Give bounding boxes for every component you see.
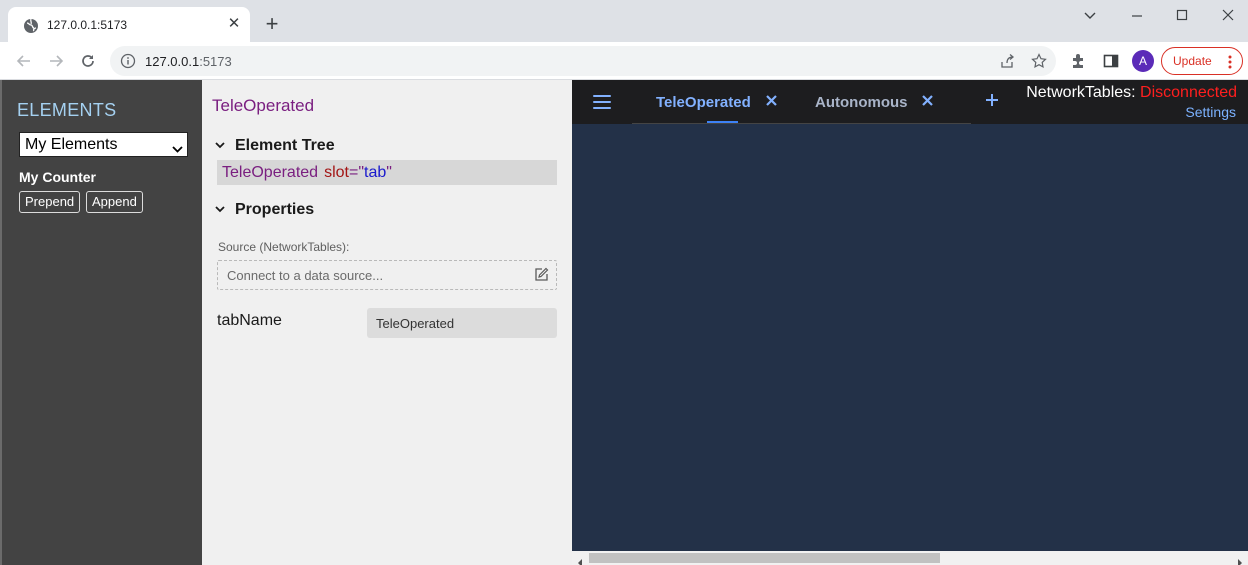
elements-panel: ELEMENTS My Elements My Counter Prepend … bbox=[0, 80, 202, 565]
chevron-down-icon bbox=[214, 202, 226, 214]
add-tab-icon[interactable] bbox=[985, 93, 999, 107]
address-bar[interactable]: 127.0.0.1:5173 bbox=[110, 46, 1056, 76]
more-vertical-icon[interactable] bbox=[1228, 55, 1232, 69]
source-input[interactable]: Connect to a data source... bbox=[217, 260, 557, 290]
element-group-select[interactable]: My Elements bbox=[19, 132, 188, 157]
close-tab-autonomous-icon[interactable] bbox=[921, 94, 934, 107]
forward-arrow-icon[interactable] bbox=[46, 51, 66, 71]
active-tab-indicator bbox=[707, 121, 738, 123]
nt-state: Disconnected bbox=[1140, 84, 1237, 101]
horizontal-scrollbar[interactable] bbox=[572, 551, 1248, 565]
append-button[interactable]: Append bbox=[86, 191, 143, 213]
close-tab-teleoperated-icon[interactable] bbox=[765, 94, 778, 107]
chevron-down-icon bbox=[172, 139, 183, 153]
settings-link[interactable]: Settings bbox=[1185, 104, 1236, 120]
prepend-button[interactable]: Prepend bbox=[19, 191, 81, 213]
url-text[interactable]: 127.0.0.1:5173 bbox=[145, 54, 232, 69]
globe-icon bbox=[23, 18, 39, 34]
minimize-icon[interactable] bbox=[1123, 6, 1151, 26]
profile-avatar[interactable]: A bbox=[1132, 50, 1154, 72]
properties-heading: Properties bbox=[235, 201, 315, 218]
site-info-icon[interactable] bbox=[120, 53, 136, 69]
new-tab-icon[interactable]: + bbox=[262, 13, 282, 35]
property-value-input[interactable]: TeleOperated bbox=[367, 308, 557, 338]
dashboard-area: TeleOperated Autonomous NetworkTables: D… bbox=[572, 80, 1248, 565]
back-arrow-icon[interactable] bbox=[14, 51, 34, 71]
close-tab-icon[interactable]: ✕ bbox=[226, 16, 242, 32]
tree-node-selected[interactable]: TeleOperated slot="tab" bbox=[217, 160, 557, 185]
tree-node-value: tab bbox=[364, 164, 387, 181]
inspector-panel: TeleOperated Element Tree TeleOperated sl… bbox=[202, 80, 572, 565]
share-icon[interactable] bbox=[999, 53, 1015, 69]
networktables-status: NetworkTables: Disconnected bbox=[1026, 84, 1237, 102]
tree-node-close-quote: " bbox=[386, 164, 392, 181]
element-group-selected: My Elements bbox=[25, 136, 118, 153]
bookmark-star-icon[interactable] bbox=[1031, 53, 1047, 69]
close-window-icon[interactable] bbox=[1214, 6, 1242, 26]
property-name: tabName bbox=[217, 312, 282, 329]
browser-tab-title: 127.0.0.1:5173 bbox=[47, 18, 128, 32]
update-label: Update bbox=[1173, 54, 1212, 68]
update-button[interactable]: Update bbox=[1161, 47, 1243, 75]
element-item-title: My Counter bbox=[19, 169, 96, 185]
menu-icon[interactable] bbox=[593, 95, 611, 109]
nt-label: NetworkTables: bbox=[1026, 84, 1136, 101]
source-label: Source (NetworkTables): bbox=[218, 240, 350, 254]
tree-node-tag: TeleOperated bbox=[222, 164, 319, 181]
url-port: :5173 bbox=[199, 54, 232, 69]
dashboard-tabbar: TeleOperated Autonomous NetworkTables: D… bbox=[572, 80, 1248, 124]
edit-icon[interactable] bbox=[534, 267, 549, 282]
scroll-left-arrow-icon[interactable] bbox=[576, 554, 584, 565]
source-placeholder: Connect to a data source... bbox=[227, 268, 384, 283]
tab-search-chevron-icon[interactable] bbox=[1076, 6, 1104, 26]
browser-tab[interactable]: 127.0.0.1:5173 ✕ bbox=[8, 7, 250, 42]
tabs-divider bbox=[632, 123, 971, 124]
elements-heading: ELEMENTS bbox=[17, 100, 117, 120]
scrollbar-thumb[interactable] bbox=[589, 553, 940, 563]
properties-header[interactable]: Properties bbox=[214, 201, 314, 219]
tree-node-attr: slot bbox=[324, 164, 349, 181]
reload-icon[interactable] bbox=[78, 51, 98, 71]
element-tree-header[interactable]: Element Tree bbox=[214, 137, 335, 155]
tab-autonomous[interactable]: Autonomous bbox=[815, 94, 907, 111]
chevron-down-icon bbox=[214, 138, 226, 150]
url-host: 127.0.0.1 bbox=[145, 54, 200, 69]
browser-tabstrip: 127.0.0.1:5173 ✕ + bbox=[0, 0, 1248, 42]
scroll-right-arrow-icon[interactable] bbox=[1236, 554, 1244, 565]
inspector-title: TeleOperated bbox=[212, 96, 315, 115]
browser-toolbar: 127.0.0.1:5173 A Update bbox=[0, 42, 1248, 80]
extensions-puzzle-icon[interactable] bbox=[1069, 51, 1089, 71]
side-panel-icon[interactable] bbox=[1101, 51, 1121, 71]
tab-teleoperated[interactable]: TeleOperated bbox=[656, 94, 751, 111]
element-tree-heading: Element Tree bbox=[235, 137, 335, 154]
tree-node-eq: =" bbox=[348, 164, 364, 181]
maximize-icon[interactable] bbox=[1168, 6, 1196, 26]
